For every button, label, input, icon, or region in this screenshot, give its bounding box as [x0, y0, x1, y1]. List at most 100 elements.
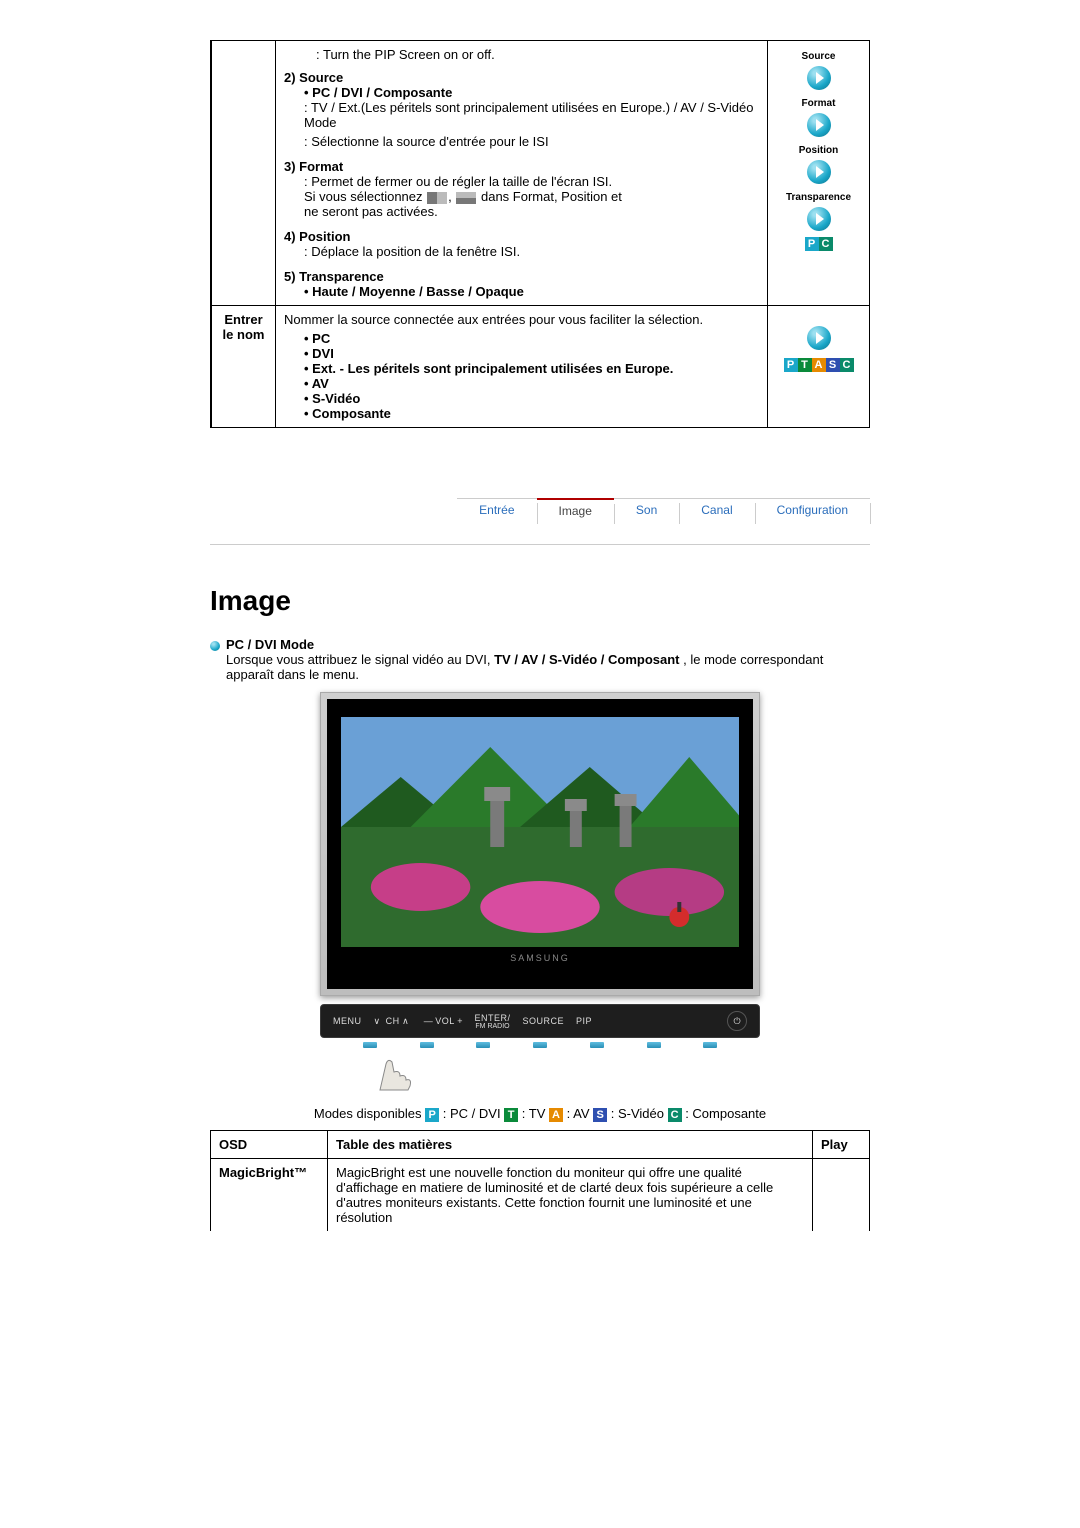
led-icon: [647, 1042, 661, 1048]
format-title: 3) Format: [284, 159, 343, 174]
row2-label-l2: le nom: [223, 327, 265, 342]
tab-canal[interactable]: Canal: [679, 498, 754, 524]
row2-av: AV: [304, 376, 329, 391]
section-intro-a: Lorsque vous attribuez le signal vidéo a…: [226, 652, 494, 667]
mode-badge-c2: C: [840, 358, 854, 372]
mode-badge-t3: T: [504, 1108, 518, 1122]
position-play-icon[interactable]: [807, 160, 831, 184]
row2-dvi: DVI: [304, 346, 334, 361]
transp-title: 5) Transparence: [284, 269, 384, 284]
modes-available: Modes disponibles P : PC / DVI T : TV A …: [210, 1106, 870, 1122]
modes-prefix: Modes disponibles: [314, 1106, 425, 1121]
mode-badge-c3: C: [668, 1108, 682, 1122]
modes-sv: : S-Vidéo: [607, 1106, 667, 1121]
format-line1: : Permet de fermer ou de régler la taill…: [304, 174, 759, 189]
ctrl-vol[interactable]: — VOL +: [424, 1016, 463, 1026]
modes-pc: : PC / DVI: [439, 1106, 504, 1121]
source-icon-label: Source: [802, 51, 836, 62]
row1-label: [212, 41, 276, 306]
bullet-dot-icon: [210, 641, 220, 651]
source-line1: : TV / Ext.(Les péritels sont principale…: [304, 100, 759, 130]
transparence-play-icon[interactable]: [807, 207, 831, 231]
source-bullet: PC / DVI / Composante: [304, 85, 452, 100]
row2-play-icon[interactable]: [807, 326, 831, 350]
pip-intro: : Turn the PIP Screen on or off.: [316, 47, 759, 62]
position-icon-label: Position: [799, 145, 838, 156]
led-icon: [533, 1042, 547, 1048]
row2-svideo: S-Vidéo: [304, 391, 360, 406]
tabs: Entrée Image Son Canal Configuration: [210, 498, 870, 524]
power-icon[interactable]: ⏻: [727, 1011, 747, 1031]
tab-image[interactable]: Image: [537, 498, 614, 524]
format-line2: Si vous sélectionnez , dans Format, Posi…: [304, 189, 759, 204]
spec-table-2: OSD Table des matières Play MagicBright™…: [210, 1130, 870, 1231]
format-line2a: Si vous sélectionnez: [304, 189, 426, 204]
position-line: : Déplace la position de la fenêtre ISI.: [304, 244, 759, 259]
tab-entree[interactable]: Entrée: [457, 498, 536, 524]
hand-icon: [360, 1052, 420, 1092]
format-icon-b: [456, 192, 476, 204]
spec-table-1: : Turn the PIP Screen on or off. 2) Sour…: [211, 40, 870, 428]
format-line3: ne seront pas activées.: [304, 204, 759, 219]
format-play-icon[interactable]: [807, 113, 831, 137]
mode-badge-p2: P: [784, 358, 798, 372]
row2-composante: Composante: [304, 406, 391, 421]
section-divider: [210, 544, 870, 545]
ctrl-enter[interactable]: ENTER/ FM RADIO: [475, 1013, 511, 1030]
led-icon: [703, 1042, 717, 1048]
tab-config[interactable]: Configuration: [755, 498, 870, 524]
modes-co: : Composante: [682, 1106, 767, 1121]
garden-image: [341, 717, 739, 947]
row2-intro: Nommer la source connectée aux entrées p…: [284, 312, 759, 327]
mode-badge-s2: S: [826, 358, 840, 372]
led-icon: [363, 1042, 377, 1048]
mode-badge-a3: A: [549, 1108, 563, 1122]
source-line2: : Sélectionne la source d'entrée pour le…: [304, 134, 759, 149]
ctrl-menu[interactable]: MENU: [333, 1016, 362, 1026]
source-play-icon[interactable]: [807, 66, 831, 90]
format-line2b: dans Format, Position et: [481, 189, 622, 204]
modes-tv: : TV: [518, 1106, 549, 1121]
tab-son[interactable]: Son: [614, 498, 679, 524]
source-title: 2) Source: [284, 70, 343, 85]
transp-bullet: Haute / Moyenne / Basse / Opaque: [304, 284, 524, 299]
ctrl-pip[interactable]: PIP: [576, 1016, 592, 1026]
r1-text: MagicBright est une nouvelle fonction du…: [328, 1158, 813, 1231]
position-title: 4) Position: [284, 229, 350, 244]
mode-badge-a2: A: [812, 358, 826, 372]
section-sub: PC / DVI Mode Lorsque vous attribuez le …: [210, 637, 870, 682]
row2-pc: PC: [304, 331, 330, 346]
th-osd: OSD: [211, 1130, 328, 1158]
format-icon-label: Format: [802, 98, 836, 109]
monitor-illustration: SAMSUNG MENU ∨ CH ∧ — VOL + ENTER/ FM RA…: [320, 692, 760, 1092]
th-toc: Table des matières: [328, 1130, 813, 1158]
r1-play: [813, 1158, 870, 1231]
ctrl-ch[interactable]: ∨ CH ∧: [374, 1016, 412, 1027]
row1-mode-badges: PC: [805, 237, 833, 251]
r1-osd: MagicBright™: [211, 1158, 328, 1231]
monitor-brand: SAMSUNG: [341, 953, 739, 963]
led-icon: [476, 1042, 490, 1048]
row2-label: Entrer le nom: [212, 306, 276, 428]
monitor-controls: MENU ∨ CH ∧ — VOL + ENTER/ FM RADIO SOUR…: [320, 1004, 760, 1038]
ctrl-source[interactable]: SOURCE: [523, 1016, 565, 1026]
transparence-icon-label: Transparence: [786, 192, 851, 203]
th-play: Play: [813, 1130, 870, 1158]
monitor-screen: [341, 717, 739, 947]
mode-badge-t2: T: [798, 358, 812, 372]
row1-content: : Turn the PIP Screen on or off. 2) Sour…: [276, 41, 768, 306]
row2-content: Nommer la source connectée aux entrées p…: [276, 306, 768, 428]
mode-badge-s3: S: [593, 1108, 607, 1122]
row2-ext: Ext. - Les péritels sont principalement …: [304, 361, 673, 376]
section-title: Image: [210, 585, 870, 617]
led-icon: [590, 1042, 604, 1048]
row2-mode-badges: PTASC: [784, 358, 854, 372]
section-intro: Lorsque vous attribuez le signal vidéo a…: [226, 652, 870, 682]
row2-icons: PTASC: [768, 306, 870, 428]
indicator-row: [320, 1042, 760, 1048]
section-subhead: PC / DVI Mode: [226, 637, 870, 652]
mode-badge-p: P: [805, 237, 819, 251]
led-icon: [420, 1042, 434, 1048]
format-icon-a: [427, 192, 447, 204]
row1-icons: Source Format Position Transparence PC: [768, 41, 870, 306]
